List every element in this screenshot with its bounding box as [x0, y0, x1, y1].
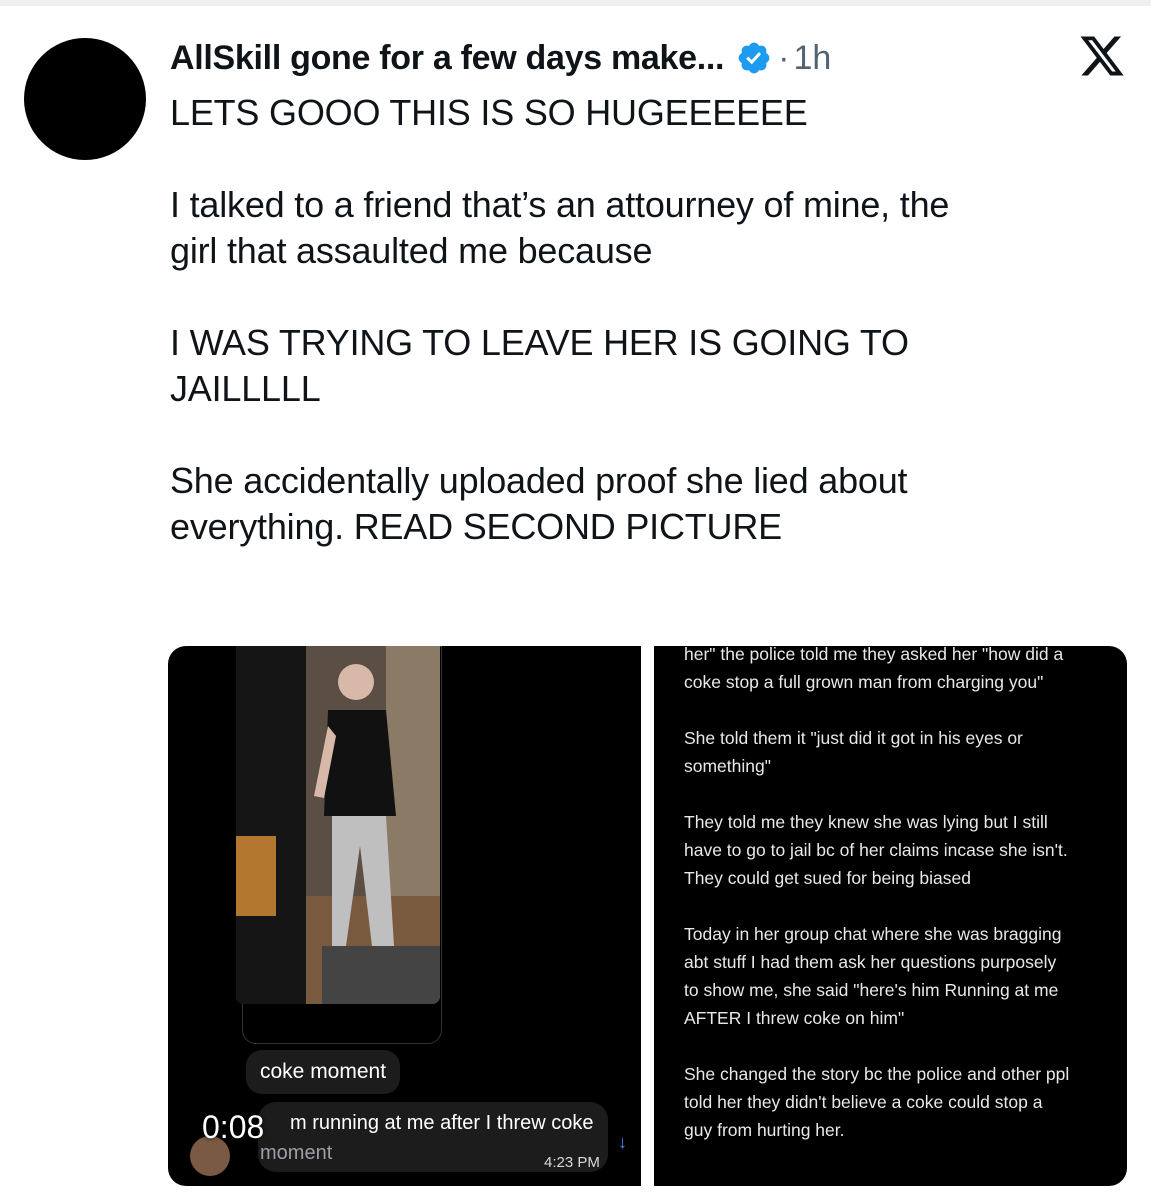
verified-badge-icon	[738, 42, 770, 74]
post-paragraph: She accidentally uploaded proof she lied…	[170, 460, 908, 547]
x-logo-icon[interactable]	[1077, 32, 1127, 80]
screenshot-notes: her" the police told me they asked her "…	[684, 646, 1114, 1172]
message-text-moment: moment	[260, 1142, 333, 1164]
post-paragraph: I talked to a friend that’s an attourney…	[170, 184, 950, 271]
post-time[interactable]: 1h	[794, 39, 832, 78]
video-thumbnail[interactable]	[236, 646, 440, 1004]
top-divider	[0, 0, 1151, 6]
display-name[interactable]: AllSkill gone for a few days make...	[170, 39, 724, 78]
post-text: LETS GOOO THIS IS SO HUGEEEEEE I talked …	[170, 90, 1120, 550]
post-header: AllSkill gone for a few days make... · 1…	[170, 34, 1061, 82]
note-paragraph: She changed the story bc the police and …	[684, 1064, 1070, 1140]
media-image-1[interactable]: coke moment m running at me after I thre…	[168, 646, 641, 1186]
message-text: m running at me after I threw coke	[290, 1112, 594, 1134]
message-time: 4:23 PM	[544, 1154, 600, 1171]
note-paragraph: They told me they knew she was lying but…	[684, 812, 1068, 888]
note-paragraph: She told them it "just did it got in his…	[684, 728, 1023, 776]
post-paragraph: LETS GOOO THIS IS SO HUGEEEEEE	[170, 92, 808, 133]
note-paragraph: Today in her group chat where she was br…	[684, 924, 1062, 1028]
media-grid: coke moment m running at me after I thre…	[168, 646, 1127, 1186]
video-scene	[236, 646, 440, 1004]
video-duration: 0:08	[202, 1109, 265, 1145]
post-paragraph: I WAS TRYING TO LEAVE HER IS GOING TO JA…	[170, 322, 909, 409]
media-image-2[interactable]: her" the police told me they asked her "…	[654, 646, 1127, 1186]
message-bubble-coke: coke moment	[246, 1050, 401, 1094]
avatar[interactable]	[24, 38, 146, 160]
arrow-down-icon: ↓	[618, 1132, 627, 1152]
separator-dot: ·	[778, 38, 790, 77]
note-paragraph: her" the police told me they asked her "…	[684, 646, 1064, 692]
